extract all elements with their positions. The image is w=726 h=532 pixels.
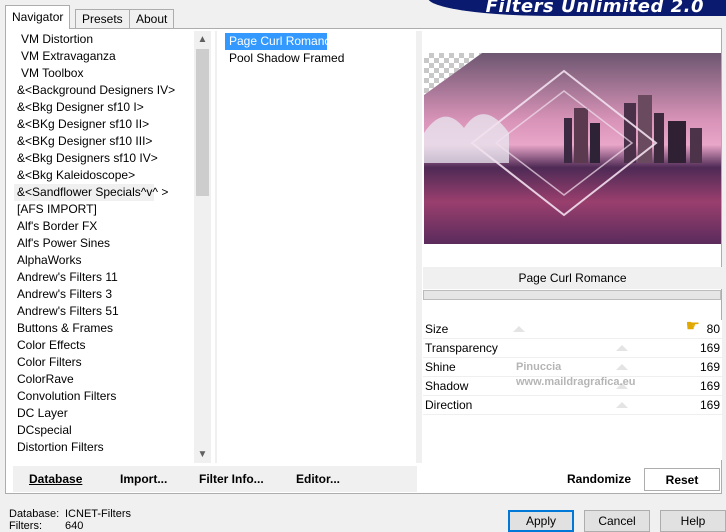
apply-button[interactable]: Apply (508, 510, 574, 532)
chevron-up-icon[interactable]: ▲ (194, 31, 211, 48)
parameter-list: Size ☛ 80 Transparency 169 Shine 169 Sha… (423, 318, 722, 460)
list-item[interactable]: Color Effects (14, 337, 210, 354)
list-item[interactable]: DCspecial (14, 422, 210, 439)
status-value: 640 (65, 520, 84, 532)
help-button[interactable]: Help (660, 510, 726, 532)
list-item[interactable]: VM Distortion (14, 31, 210, 48)
status-value: ICNET-Filters (65, 508, 131, 520)
list-item[interactable]: &<Bkg Kaleidoscope> (14, 167, 210, 184)
param-value[interactable]: 169 (700, 358, 720, 376)
param-value[interactable]: 169 (700, 377, 720, 395)
param-label: Shine (425, 360, 456, 374)
slider-tick (616, 402, 628, 408)
progress-bar (423, 290, 721, 300)
param-label: Shadow (425, 379, 469, 393)
category-scrollbar[interactable]: ▲ ▼ (194, 31, 211, 463)
cancel-button[interactable]: Cancel (584, 510, 650, 532)
list-divider (416, 31, 422, 463)
param-label: Transparency (425, 341, 498, 355)
diamond-frame-graphic (470, 69, 658, 217)
filter-toolbar: Database Import... Filter Info... Editor… (13, 466, 417, 492)
list-item[interactable]: &<BKg Designer sf10 III> (14, 133, 210, 150)
category-list[interactable]: VM Distortion VM Extravaganza VM Toolbox… (14, 31, 210, 463)
list-item-selected[interactable]: Page Curl Romance (225, 33, 337, 50)
list-item[interactable]: DC Layer (14, 405, 210, 422)
param-label: Direction (425, 398, 473, 412)
slider-tick (616, 345, 628, 351)
watermark-line: www.maildragrafica.eu (516, 376, 636, 388)
randomize-button[interactable]: Randomize (567, 466, 631, 492)
editor-button[interactable]: Editor... (296, 466, 340, 492)
reset-button[interactable]: Reset (644, 468, 720, 491)
list-item[interactable]: Alf's Power Sines (14, 235, 210, 252)
list-item[interactable]: Convolution Filters (14, 388, 210, 405)
param-transparency[interactable]: Transparency 169 (423, 339, 722, 358)
param-label: Size (425, 322, 449, 336)
list-item[interactable]: &<Bkg Designer sf10 I> (14, 99, 210, 116)
list-item[interactable]: Andrew's Filters 11 (14, 269, 210, 286)
list-item[interactable]: ColorRave (14, 371, 210, 388)
list-item[interactable]: Buttons & Frames (14, 320, 210, 337)
list-item[interactable]: Pool Shadow Framed (225, 50, 415, 67)
list-item[interactable]: [AFS IMPORT] (14, 201, 210, 218)
list-item[interactable]: &<BKg Designer sf10 II> (14, 116, 210, 133)
tab-navigator[interactable]: Navigator (5, 5, 71, 29)
filter-list[interactable]: Page Curl Romance Pool Shadow Framed (225, 33, 415, 463)
slider-tick (513, 326, 525, 332)
list-item[interactable]: VM Extravaganza (14, 48, 210, 65)
param-direction[interactable]: Direction 169 (423, 396, 722, 415)
param-value[interactable]: 80 (707, 320, 720, 338)
chevron-down-icon[interactable]: ▼ (194, 446, 211, 463)
list-item-selected[interactable]: &<Sandflower Specials^v^ > (14, 184, 168, 201)
database-button[interactable]: Database (29, 466, 82, 492)
list-item[interactable]: &<Bkg Designers sf10 IV> (14, 150, 210, 167)
param-value[interactable]: 169 (700, 396, 720, 414)
param-size[interactable]: Size ☛ 80 (423, 318, 722, 339)
tab-presets[interactable]: Presets (75, 9, 130, 28)
watermark-line: Pinuccia (516, 361, 562, 373)
status-label: Filters: (9, 520, 42, 532)
watermark: Pinuccia www.maildragrafica.eu (478, 360, 635, 390)
scrollbar-thumb[interactable] (196, 49, 209, 196)
app-title-banner: Filters Unlimited 2.0 (428, 0, 726, 16)
list-item[interactable]: Andrew's Filters 51 (14, 303, 210, 320)
status-info: Database: ICNET-Filters Filters: 640 (9, 508, 131, 532)
pointing-hand-icon: ☛ (685, 318, 700, 335)
list-item[interactable]: VM Toolbox (14, 65, 210, 82)
list-item[interactable]: Color Filters (14, 354, 210, 371)
status-label: Database: (9, 508, 60, 520)
filter-info-button[interactable]: Filter Info... (199, 466, 264, 492)
list-item[interactable]: Alf's Border FX (14, 218, 210, 235)
list-item[interactable]: AlphaWorks (14, 252, 210, 269)
import-button[interactable]: Import... (120, 466, 167, 492)
tab-about[interactable]: About (129, 9, 175, 28)
list-divider (215, 31, 217, 463)
list-item[interactable]: Distortion Filters (14, 439, 210, 456)
preview-image (424, 53, 721, 244)
list-item[interactable]: &<Background Designers IV> (14, 82, 210, 99)
list-item[interactable]: Andrew's Filters 3 (14, 286, 210, 303)
param-value[interactable]: 169 (700, 339, 720, 357)
current-filter-name: Page Curl Romance (423, 267, 722, 289)
